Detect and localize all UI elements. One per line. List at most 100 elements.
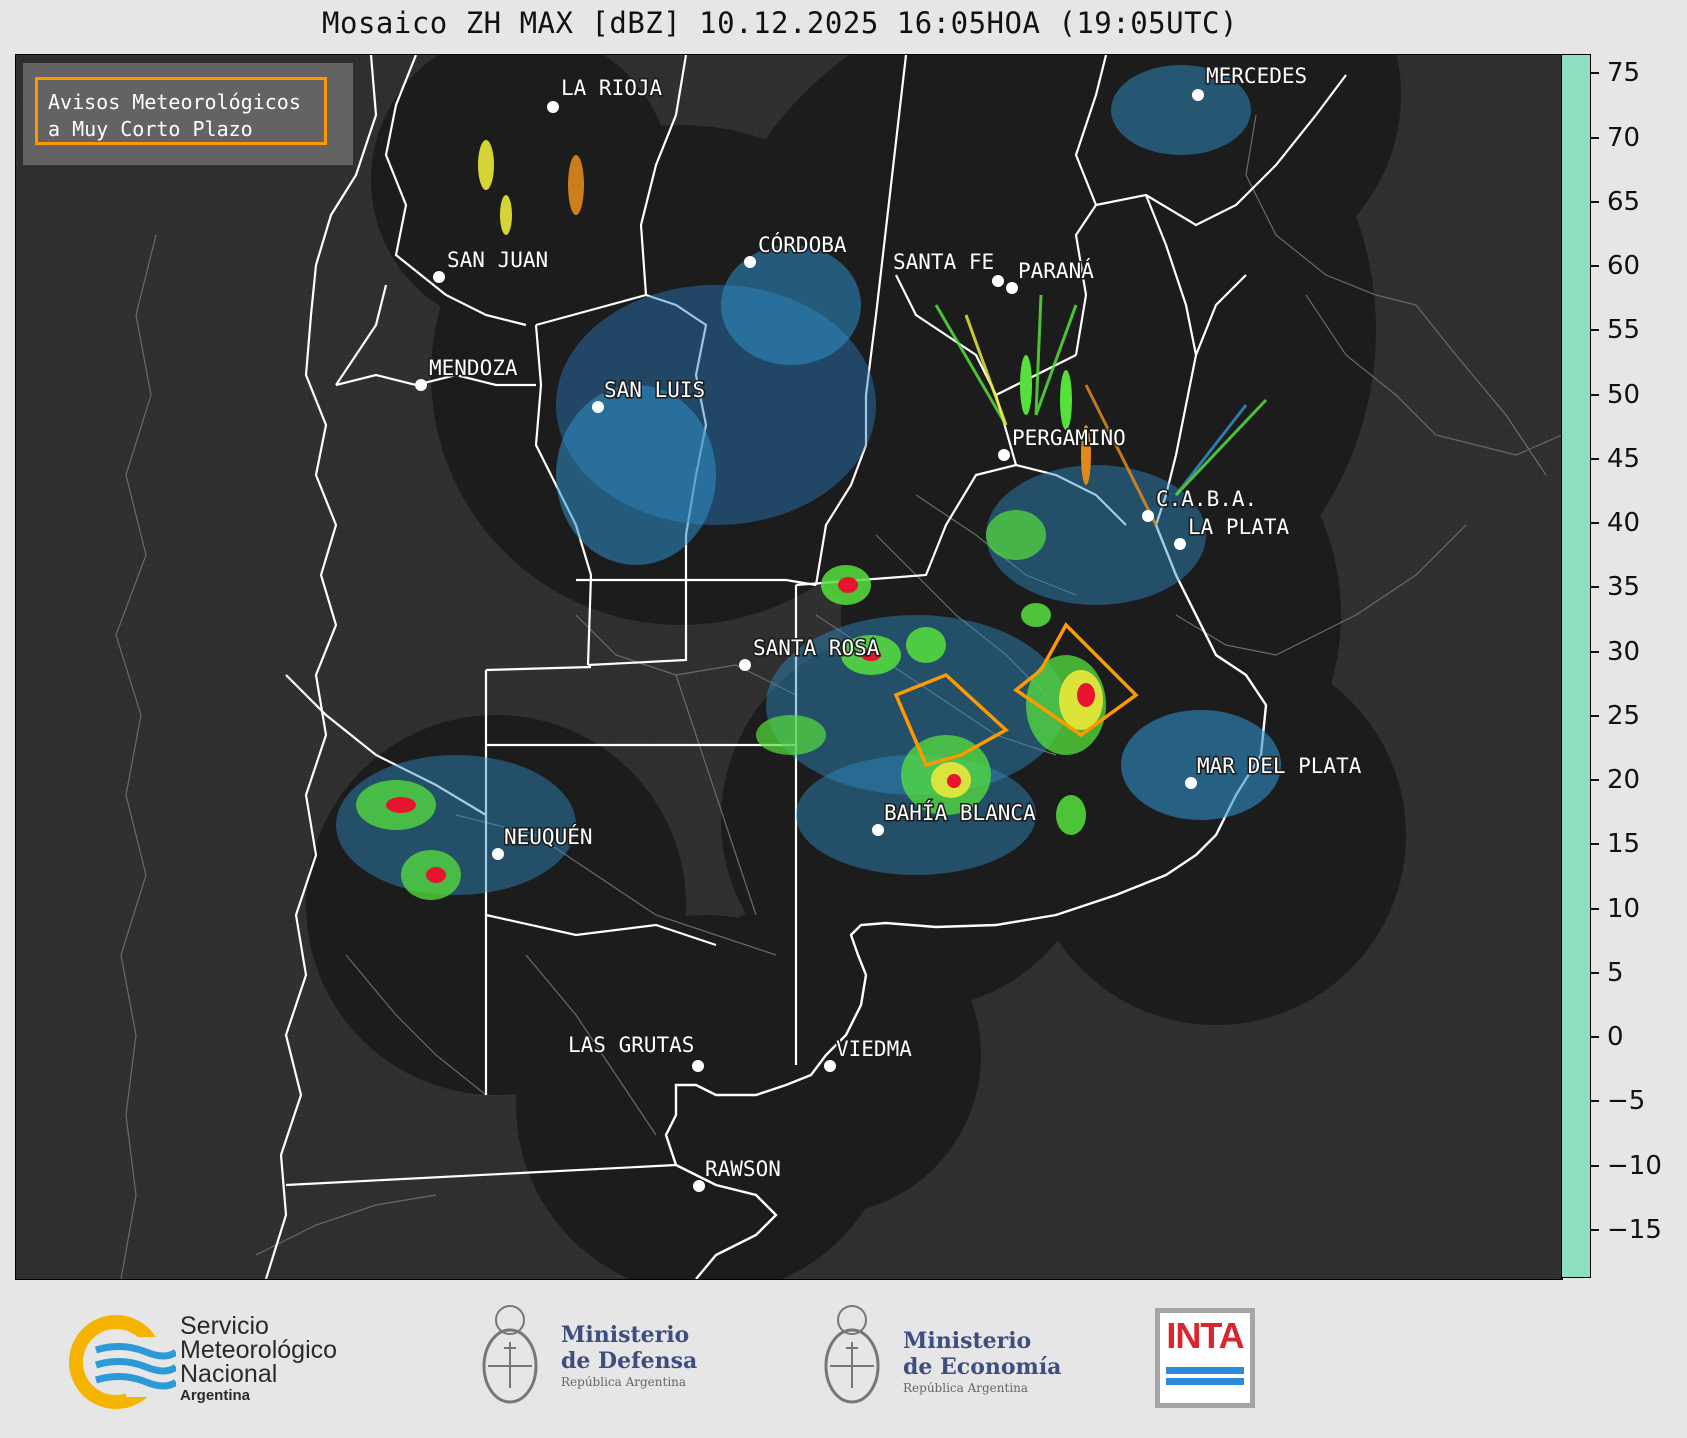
colorbar-tick xyxy=(1591,586,1599,589)
city-label-c-rdoba: CÓRDOBA xyxy=(758,232,847,257)
smn-line-1: Servicio xyxy=(180,1312,269,1340)
city-label-santa-rosa: SANTA ROSA xyxy=(753,636,880,660)
city-marker-santa-fe xyxy=(992,275,1004,287)
inta-text: INTA xyxy=(1166,1315,1244,1356)
colorbar-tick-label: 65 xyxy=(1607,186,1641,217)
city-marker-san-juan xyxy=(433,271,445,283)
colorbar-tick xyxy=(1591,265,1599,268)
city-label-neuqu-n: NEUQUÉN xyxy=(504,824,593,849)
colorbar-tick xyxy=(1591,1164,1599,1167)
smn-line-4: Argentina xyxy=(180,1387,251,1404)
colorbar-tick-label: 25 xyxy=(1607,700,1641,731)
city-label-san-luis: SAN LUIS xyxy=(604,378,705,402)
colorbar-tick-label: 55 xyxy=(1607,315,1641,346)
inta-stripe xyxy=(1166,1378,1244,1385)
city-label-c-a-b-a-: C.A.B.A. xyxy=(1156,487,1257,511)
smn-line-3: Nacional xyxy=(180,1360,278,1388)
colorbar-tick xyxy=(1591,1229,1599,1232)
colorbar-tick xyxy=(1591,393,1599,396)
city-label-pergamino: PERGAMINO xyxy=(1012,426,1126,450)
city-marker-neuqu-n xyxy=(492,848,504,860)
city-marker-la-rioja xyxy=(547,101,559,113)
warning-legend-frame: Avisos Meteorológicos a Muy Corto Plazo xyxy=(35,77,327,145)
colorbar-tick xyxy=(1591,1036,1599,1039)
city-label-santa-fe: SANTA FE xyxy=(893,250,994,274)
colorbar-tick-label: 35 xyxy=(1607,572,1641,603)
colorbar-tick xyxy=(1591,136,1599,139)
colorbar-tick-label: 50 xyxy=(1607,379,1641,410)
smn-logo: Servicio Meteorológico Nacional Argentin… xyxy=(66,1312,386,1412)
defensa-line-1: Ministerio xyxy=(561,1322,690,1348)
city-marker-c-a-b-a- xyxy=(1142,510,1154,522)
economia-logo: Ministerio de Economía República Argenti… xyxy=(820,1298,1080,1423)
legend-line-1: Avisos Meteorológicos xyxy=(48,90,301,114)
city-marker-la-plata xyxy=(1174,538,1186,550)
city-marker-mercedes xyxy=(1192,89,1204,101)
city-label-las-grutas: LAS GRUTAS xyxy=(568,1033,694,1057)
city-marker-las-grutas xyxy=(692,1060,704,1072)
city-marker-pergamino xyxy=(998,449,1010,461)
colorbar-ticks: 75 70 65 60 55 50 45 40 35 30 25 20 15 10 5 0 −5 −10 −15 xyxy=(1591,54,1681,1278)
footer-logos: Servicio Meteorológico Nacional Argentin… xyxy=(0,1290,1687,1438)
city-marker-bah-a-blanca xyxy=(872,824,884,836)
colorbar-tick-label: 40 xyxy=(1607,508,1641,539)
city-marker-san-luis xyxy=(592,401,604,413)
city-marker-viedma xyxy=(824,1060,836,1072)
city-label-mercedes: MERCEDES xyxy=(1206,64,1307,88)
city-marker-mendoza xyxy=(415,379,427,391)
city-label-viedma: VIEDMA xyxy=(836,1037,912,1061)
colorbar-tick-label: 5 xyxy=(1607,957,1624,988)
city-label-la-plata: LA PLATA xyxy=(1188,515,1290,539)
colorbar-tick-label: −5 xyxy=(1607,1086,1646,1117)
colorbar xyxy=(1561,54,1591,1278)
defensa-line-3: República Argentina xyxy=(561,1375,687,1389)
colorbar-tick xyxy=(1591,72,1599,75)
colorbar-tick-label: 45 xyxy=(1607,443,1641,474)
radar-map[interactable]: LA RIOJA MERCEDES SAN JUAN CÓRDOBA SANTA FE P… xyxy=(15,54,1563,1280)
economia-line-2: de Economía xyxy=(903,1354,1062,1380)
colorbar-tick xyxy=(1591,779,1599,782)
city-label-mendoza: MENDOZA xyxy=(429,356,518,380)
coat-of-arms-icon xyxy=(482,1305,538,1404)
colorbar-tick-label: 60 xyxy=(1607,251,1641,282)
colorbar-tick-label: −15 xyxy=(1607,1215,1662,1246)
colorbar-tick xyxy=(1591,650,1599,653)
city-label-bah-a-blanca: BAHÍA BLANCA xyxy=(884,800,1036,825)
colorbar-tick-label: 15 xyxy=(1607,829,1641,860)
colorbar-tick-label: 20 xyxy=(1607,765,1641,796)
colorbar-tick xyxy=(1591,329,1599,332)
coat-of-arms-icon xyxy=(824,1305,880,1404)
defensa-logo: Ministerio de Defensa República Argentin… xyxy=(478,1298,718,1423)
city-marker-rawson xyxy=(693,1180,705,1192)
map-title: Mosaico ZH MAX [dBZ] 10.12.2025 16:05HOA… xyxy=(322,6,1238,40)
colorbar-tick-label: 0 xyxy=(1607,1022,1624,1053)
colorbar-tick-label: 75 xyxy=(1607,58,1641,89)
colorbar-tick xyxy=(1591,843,1599,846)
colorbar-tick xyxy=(1591,907,1599,910)
legend-line-2: a Muy Corto Plazo xyxy=(48,117,253,141)
inta-stripe xyxy=(1166,1367,1244,1374)
radar-map-canvas[interactable]: LA RIOJA MERCEDES SAN JUAN CÓRDOBA SANTA FE P… xyxy=(16,55,1562,1279)
city-label-paran-: PARANÁ xyxy=(1018,258,1094,283)
city-label-san-juan: SAN JUAN xyxy=(447,248,548,272)
defensa-line-2: de Defensa xyxy=(561,1348,698,1374)
colorbar-tick-label: −10 xyxy=(1607,1150,1662,1181)
colorbar-tick xyxy=(1591,457,1599,460)
smn-line-2: Meteorológico xyxy=(180,1336,338,1364)
smn-emblem-icon xyxy=(69,1315,176,1409)
economia-line-1: Ministerio xyxy=(903,1328,1032,1354)
city-label-mar-del-plata: MAR DEL PLATA xyxy=(1197,754,1362,778)
city-marker-c-rdoba xyxy=(744,256,756,268)
city-marker-paran- xyxy=(1006,282,1018,294)
city-marker-santa-rosa xyxy=(739,659,751,671)
colorbar-tick xyxy=(1591,522,1599,525)
colorbar-tick-label: 70 xyxy=(1607,122,1641,153)
colorbar-tick xyxy=(1591,714,1599,717)
colorbar-tick-label: 10 xyxy=(1607,893,1641,924)
city-label-rawson: RAWSON xyxy=(705,1157,781,1181)
city-label-la-rioja: LA RIOJA xyxy=(561,76,663,100)
city-marker-mar-del-plata xyxy=(1185,777,1197,789)
colorbar-tick xyxy=(1591,1100,1599,1103)
economia-line-3: República Argentina xyxy=(903,1381,1029,1395)
colorbar-tick xyxy=(1591,200,1599,203)
